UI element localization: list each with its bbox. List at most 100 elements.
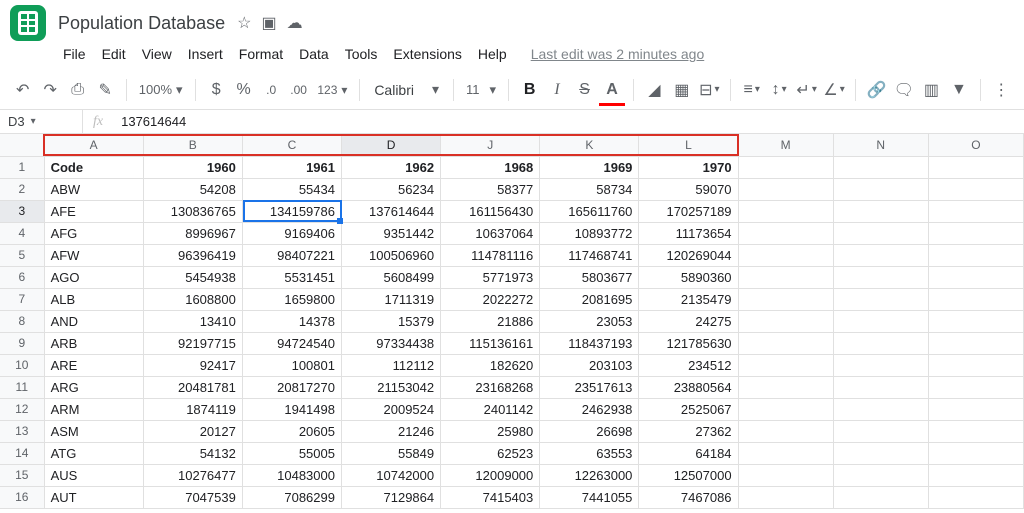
row-header[interactable]: 2 [0,178,44,200]
cell[interactable]: 23053 [540,310,639,332]
cell[interactable]: 5890360 [639,266,738,288]
cell[interactable]: Code [44,156,143,178]
cell[interactable] [833,420,928,442]
cell[interactable] [928,222,1023,244]
cell[interactable]: 21886 [441,310,540,332]
cell[interactable] [928,332,1023,354]
menu-view[interactable]: View [135,42,179,66]
cell[interactable]: 11173654 [639,222,738,244]
cell[interactable]: 63553 [540,442,639,464]
cell[interactable]: 23168268 [441,376,540,398]
cell[interactable]: ARG [44,376,143,398]
toolbar-more-button[interactable]: ⋮ [989,76,1014,104]
row-header[interactable]: 11 [0,376,44,398]
cell[interactable]: 1968 [441,156,540,178]
cell[interactable] [833,332,928,354]
cell[interactable]: 64184 [639,442,738,464]
cell[interactable]: 7441055 [540,486,639,508]
vertical-align-button[interactable]: ↕▾ [766,76,791,104]
cell[interactable] [833,442,928,464]
cell[interactable]: 20481781 [143,376,242,398]
last-edit-link[interactable]: Last edit was 2 minutes ago [524,42,712,66]
menu-edit[interactable]: Edit [95,42,133,66]
cell[interactable]: 92417 [143,354,242,376]
cell[interactable]: 5803677 [540,266,639,288]
merge-cells-button[interactable]: ⊟▾ [697,76,722,104]
menu-insert[interactable]: Insert [181,42,230,66]
column-header[interactable]: B [143,134,242,156]
cell[interactable]: 24275 [639,310,738,332]
cell[interactable]: 1962 [341,156,440,178]
cell[interactable]: ALB [44,288,143,310]
cell[interactable] [833,376,928,398]
cell[interactable]: 161156430 [441,200,540,222]
cell[interactable] [833,200,928,222]
row-header[interactable]: 16 [0,486,44,508]
select-all-corner[interactable] [0,134,44,156]
cell[interactable]: 7467086 [639,486,738,508]
menu-extensions[interactable]: Extensions [386,42,468,66]
row-header[interactable]: 7 [0,288,44,310]
column-header[interactable]: O [928,134,1023,156]
fill-color-button[interactable]: ◢ [642,76,667,104]
cell[interactable]: 55849 [341,442,440,464]
cell[interactable]: ARB [44,332,143,354]
name-box[interactable]: D3 ▾ [0,114,82,129]
cell[interactable]: 120269044 [639,244,738,266]
cell[interactable]: 9169406 [242,222,341,244]
menu-file[interactable]: File [56,42,93,66]
cell[interactable] [738,464,833,486]
cell[interactable]: 5454938 [143,266,242,288]
cell[interactable]: 1941498 [242,398,341,420]
strikethrough-button[interactable]: S [572,76,597,104]
cell[interactable]: ARE [44,354,143,376]
cell[interactable]: 118437193 [540,332,639,354]
cell[interactable]: 23517613 [540,376,639,398]
cell[interactable]: 2009524 [341,398,440,420]
cell[interactable]: 94724540 [242,332,341,354]
row-header[interactable]: 12 [0,398,44,420]
cell[interactable]: 13410 [143,310,242,332]
cell[interactable] [928,420,1023,442]
row-header[interactable]: 8 [0,310,44,332]
insert-comment-button[interactable]: 🗨 [891,76,916,104]
cell[interactable]: ATG [44,442,143,464]
cell[interactable]: 1961 [242,156,341,178]
row-header[interactable]: 14 [0,442,44,464]
cell[interactable] [928,464,1023,486]
cell[interactable]: ARM [44,398,143,420]
undo-button[interactable]: ↶ [10,76,35,104]
cell[interactable] [738,310,833,332]
cell[interactable]: AUT [44,486,143,508]
cell[interactable]: 62523 [441,442,540,464]
column-header[interactable]: N [833,134,928,156]
cell[interactable] [833,310,928,332]
cell[interactable] [833,398,928,420]
cell[interactable]: 10483000 [242,464,341,486]
cell[interactable]: 100801 [242,354,341,376]
cell[interactable]: 7047539 [143,486,242,508]
column-header[interactable]: A [44,134,143,156]
cell[interactable] [738,332,833,354]
cell[interactable] [738,156,833,178]
cloud-status-icon[interactable]: ☁ [287,13,303,33]
insert-link-button[interactable]: 🔗 [864,76,889,104]
cell[interactable] [928,156,1023,178]
cell[interactable]: 137614644 [341,200,440,222]
cell[interactable]: 20127 [143,420,242,442]
cell[interactable]: 97334438 [341,332,440,354]
row-header[interactable]: 10 [0,354,44,376]
cell[interactable]: 21246 [341,420,440,442]
row-header[interactable]: 13 [0,420,44,442]
cell[interactable] [928,288,1023,310]
cell[interactable] [738,178,833,200]
cell[interactable]: 14378 [242,310,341,332]
cell[interactable]: 20605 [242,420,341,442]
document-title[interactable]: Population Database [58,13,225,34]
cell[interactable]: 1608800 [143,288,242,310]
cell[interactable]: 56234 [341,178,440,200]
cell[interactable]: 8996967 [143,222,242,244]
cell[interactable] [928,244,1023,266]
cell[interactable] [928,398,1023,420]
cell[interactable]: 54208 [143,178,242,200]
